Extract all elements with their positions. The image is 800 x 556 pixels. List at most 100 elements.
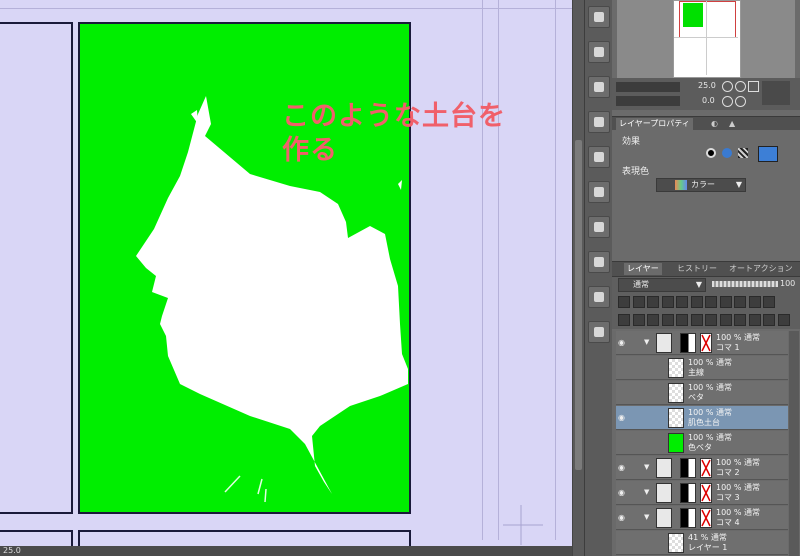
- blend-mode-dropdown[interactable]: 通常 ▼: [618, 278, 706, 292]
- expand-icon[interactable]: ▼: [644, 488, 649, 496]
- eye-icon[interactable]: ◉: [618, 488, 628, 497]
- folder-thumbnail: [656, 483, 672, 503]
- sub-tool-icon-3[interactable]: [588, 76, 610, 98]
- eye-icon[interactable]: [618, 388, 628, 396]
- tab-extra-1[interactable]: ◐: [708, 118, 721, 130]
- tab-layer-property-label: レイヤープロパティ: [619, 119, 690, 128]
- layer-tool-icon[interactable]: [748, 314, 761, 326]
- effect-color-icon[interactable]: [758, 146, 778, 162]
- layer-tool-icon[interactable]: [719, 314, 732, 326]
- layer-row[interactable]: 41 % 通常 レイヤー 1: [616, 531, 788, 555]
- crosshair-mark: [503, 505, 543, 545]
- layer-tool-icon[interactable]: [661, 314, 674, 326]
- layer-name: レイヤー 1: [688, 543, 728, 552]
- layer-row[interactable]: ◉ ▼ 100 % 通常 コマ 4: [616, 506, 788, 530]
- tab-layer[interactable]: レイヤー: [624, 263, 662, 275]
- sub-tool-icon-8[interactable]: [588, 251, 610, 273]
- rotate-right-icon[interactable]: [735, 96, 746, 107]
- opacity-slider[interactable]: [712, 281, 778, 287]
- layer-tool-icon[interactable]: [647, 296, 659, 308]
- eye-icon[interactable]: ◉: [618, 338, 628, 347]
- layer-list-scrollbar[interactable]: [789, 331, 799, 556]
- layer-tool-icon[interactable]: [748, 296, 761, 308]
- layer-tool-icon[interactable]: [719, 296, 732, 308]
- guide-line: [498, 0, 499, 540]
- layer-tool-icon[interactable]: [661, 296, 674, 308]
- fit-icon[interactable]: [748, 81, 759, 92]
- eye-icon[interactable]: [618, 363, 628, 371]
- eye-icon[interactable]: [618, 438, 628, 446]
- layer-row[interactable]: 100 % 通常 主線: [616, 356, 788, 380]
- color-mode-dropdown[interactable]: カラー ▼: [656, 178, 746, 192]
- flip-icon[interactable]: [762, 81, 790, 105]
- mask-disabled-icon[interactable]: [700, 458, 712, 478]
- effect-tone-icon[interactable]: [738, 148, 748, 158]
- tab-layer-property[interactable]: レイヤープロパティ: [616, 118, 693, 130]
- layer-row[interactable]: ◉ 100 % 通常 肌色土台: [616, 406, 788, 430]
- canvas-vertical-scrollbar[interactable]: [572, 0, 584, 556]
- scroll-thumb[interactable]: [575, 140, 582, 470]
- layer-row[interactable]: ◉ ▼ 100 % 通常 コマ 3: [616, 481, 788, 505]
- zoom-in-icon[interactable]: [722, 81, 733, 92]
- zoom-out-icon[interactable]: [735, 81, 746, 92]
- mask-disabled-icon[interactable]: [700, 333, 712, 353]
- mask-disabled-icon[interactable]: [700, 483, 712, 503]
- layer-tool-icon[interactable]: [618, 296, 630, 308]
- layer-row[interactable]: ◉ ▼ 100 % 通常 コマ 1: [616, 331, 788, 355]
- instruction-annotation: このような土台を 作る: [282, 101, 506, 166]
- layer-tool-icon[interactable]: [763, 314, 775, 326]
- eye-icon[interactable]: ◉: [618, 513, 628, 522]
- layer-tool-icon[interactable]: [676, 296, 688, 308]
- sub-tool-icon-5[interactable]: [588, 146, 610, 168]
- expand-icon[interactable]: ▼: [644, 513, 649, 521]
- layer-tool-icon[interactable]: [763, 296, 775, 308]
- layer-tool-icon[interactable]: [690, 296, 703, 308]
- sub-tool-icon-10[interactable]: [588, 321, 610, 343]
- layer-tool-icon[interactable]: [734, 296, 746, 308]
- manga-frame-left[interactable]: [0, 22, 73, 514]
- navigator-panel[interactable]: [617, 0, 795, 78]
- mask-thumbnail: [680, 508, 696, 528]
- effect-dot-icon[interactable]: [706, 148, 716, 158]
- mask-disabled-icon[interactable]: [700, 508, 712, 528]
- canvas-area[interactable]: このような土台を 作る 25.0: [0, 0, 572, 556]
- layer-tool-icon[interactable]: [777, 314, 790, 326]
- sub-tool-icon-6[interactable]: [588, 181, 610, 203]
- eye-icon[interactable]: [618, 538, 628, 546]
- navigator-view-rect[interactable]: [679, 1, 736, 38]
- layer-tool-icon[interactable]: [734, 314, 746, 326]
- layer-tool-icon[interactable]: [676, 314, 688, 326]
- zoom-slider[interactable]: [616, 82, 680, 92]
- sub-tool-icon-1[interactable]: [588, 6, 610, 28]
- layer-row[interactable]: 100 % 通常 色ベタ: [616, 431, 788, 455]
- expand-icon[interactable]: ▼: [644, 463, 649, 471]
- rotate-left-icon[interactable]: [722, 96, 733, 107]
- eye-icon[interactable]: ◉: [618, 463, 628, 472]
- tab-extra-2[interactable]: ▲: [726, 118, 738, 130]
- tab-auto-action[interactable]: オートアクション: [726, 263, 796, 275]
- manga-frame-main[interactable]: [78, 22, 411, 514]
- folder-thumbnail: [656, 508, 672, 528]
- expand-icon[interactable]: ▼: [644, 338, 649, 346]
- tab-history[interactable]: ヒストリー: [674, 263, 720, 275]
- blend-mode-value: 通常: [633, 280, 649, 289]
- rotate-slider[interactable]: [616, 96, 680, 106]
- layer-tool-icon[interactable]: [705, 296, 717, 308]
- eye-icon[interactable]: ◉: [618, 413, 628, 422]
- sub-tool-icon-7[interactable]: [588, 216, 610, 238]
- sub-tool-icon-2[interactable]: [588, 41, 610, 63]
- layer-tool-icon[interactable]: [690, 314, 703, 326]
- navigator-preview[interactable]: [673, 0, 741, 78]
- tab-history-label: ヒストリー: [677, 264, 717, 273]
- layer-property-panel: 効果 表現色 カラー ▼: [612, 130, 800, 260]
- layer-tool-icon[interactable]: [632, 314, 645, 326]
- sub-tool-icon-4[interactable]: [588, 111, 610, 133]
- layer-tool-icon[interactable]: [618, 314, 630, 326]
- layer-row[interactable]: 100 % 通常 ベタ: [616, 381, 788, 405]
- layer-tool-icon[interactable]: [705, 314, 717, 326]
- layer-row[interactable]: ◉ ▼ 100 % 通常 コマ 2: [616, 456, 788, 480]
- layer-tool-icon[interactable]: [647, 314, 659, 326]
- sub-tool-icon-9[interactable]: [588, 286, 610, 308]
- effect-circle-icon[interactable]: [722, 148, 732, 158]
- layer-tool-icon[interactable]: [632, 296, 645, 308]
